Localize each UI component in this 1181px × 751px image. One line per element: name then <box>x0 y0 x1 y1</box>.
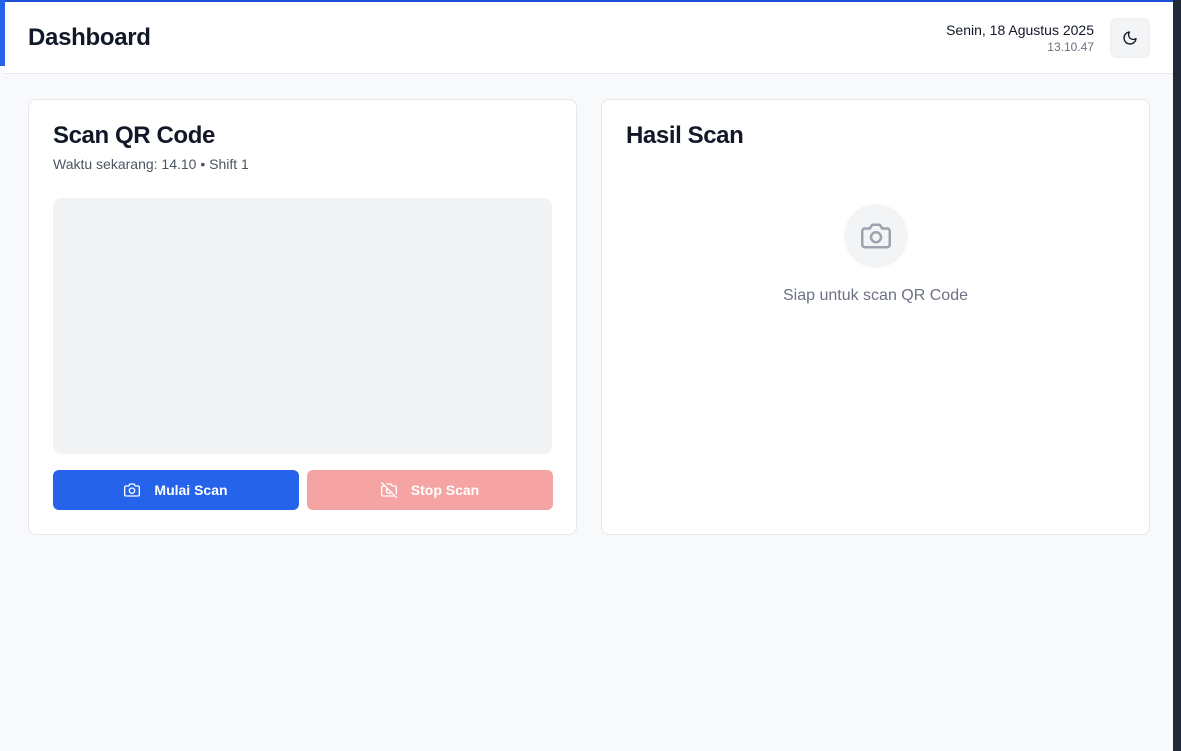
top-header: Dashboard Senin, 18 Agustus 2025 13.10.4… <box>5 2 1173 74</box>
result-placeholder-icon <box>844 204 908 268</box>
scan-result-card: Hasil Scan Siap untuk scan QR Code <box>601 99 1150 535</box>
camera-icon <box>124 482 141 498</box>
result-card-title: Hasil Scan <box>626 122 744 149</box>
current-time: 13.10.47 <box>1047 40 1094 54</box>
app-frame: Dashboard Senin, 18 Agustus 2025 13.10.4… <box>0 0 1181 751</box>
moon-icon <box>1122 30 1138 46</box>
stop-scan-label: Stop Scan <box>410 482 480 498</box>
scan-qr-card: Scan QR Code Waktu sekarang: 14.10 • Shi… <box>28 99 577 535</box>
window-edge <box>1173 0 1181 751</box>
theme-toggle-button[interactable] <box>1110 18 1150 58</box>
camera-off-icon <box>380 482 397 498</box>
scan-card-title: Scan QR Code <box>53 122 215 149</box>
result-empty-message: Siap untuk scan QR Code <box>783 287 968 304</box>
current-date: Senin, 18 Agustus 2025 <box>946 22 1094 38</box>
start-scan-label: Mulai Scan <box>154 482 228 498</box>
stop-scan-button[interactable]: Stop Scan <box>307 470 553 510</box>
camera-icon <box>861 221 891 251</box>
datetime-display: Senin, 18 Agustus 2025 13.10.47 <box>946 22 1094 55</box>
active-nav-accent <box>0 0 5 66</box>
camera-preview-area <box>53 198 552 454</box>
start-scan-button[interactable]: Mulai Scan <box>53 470 299 510</box>
page-title: Dashboard <box>28 24 151 51</box>
current-time-shift: Waktu sekarang: 14.10 • Shift 1 <box>53 156 249 172</box>
